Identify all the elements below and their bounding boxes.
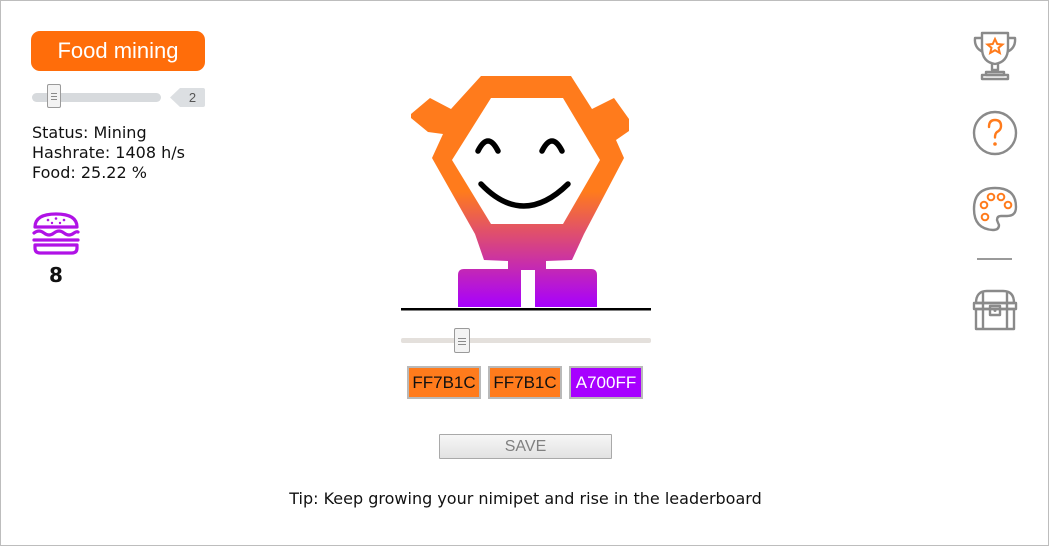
help-icon[interactable] [971, 109, 1019, 157]
mining-stats: Status: Mining Hashrate: 1408 h/s Food: … [32, 123, 185, 183]
game-window: Food mining 2 Status: Mining Hashrate: 1… [0, 0, 1049, 546]
save-button[interactable]: SAVE [439, 434, 612, 459]
color-swatch-3[interactable]: A700FF [569, 366, 643, 399]
burger-icon[interactable] [30, 211, 82, 256]
status-text: Status: Mining [32, 123, 147, 142]
chest-icon[interactable] [971, 288, 1019, 332]
food-count: 8 [49, 263, 63, 287]
palette-icon[interactable] [971, 185, 1019, 233]
color-swatch-2[interactable]: FF7B1C [488, 366, 562, 399]
food-mining-button[interactable]: Food mining [31, 31, 205, 71]
nimipet-avatar [401, 76, 651, 311]
threads-value-bubble: 2 [170, 87, 205, 108]
food-percent-text: Food: 25.22 % [32, 163, 147, 182]
pet-size-slider[interactable] [401, 338, 651, 343]
tip-text: Tip: Keep growing your nimipet and rise … [289, 489, 762, 508]
pet-size-slider-thumb[interactable] [454, 328, 470, 353]
mining-threads-slider-thumb[interactable] [47, 84, 61, 108]
threads-value: 2 [188, 90, 197, 105]
color-swatch-1[interactable]: FF7B1C [407, 366, 481, 399]
hashrate-text: Hashrate: 1408 h/s [32, 143, 185, 162]
trophy-icon[interactable] [972, 30, 1018, 82]
pet-face [475, 138, 571, 209]
nav-divider [977, 258, 1012, 260]
